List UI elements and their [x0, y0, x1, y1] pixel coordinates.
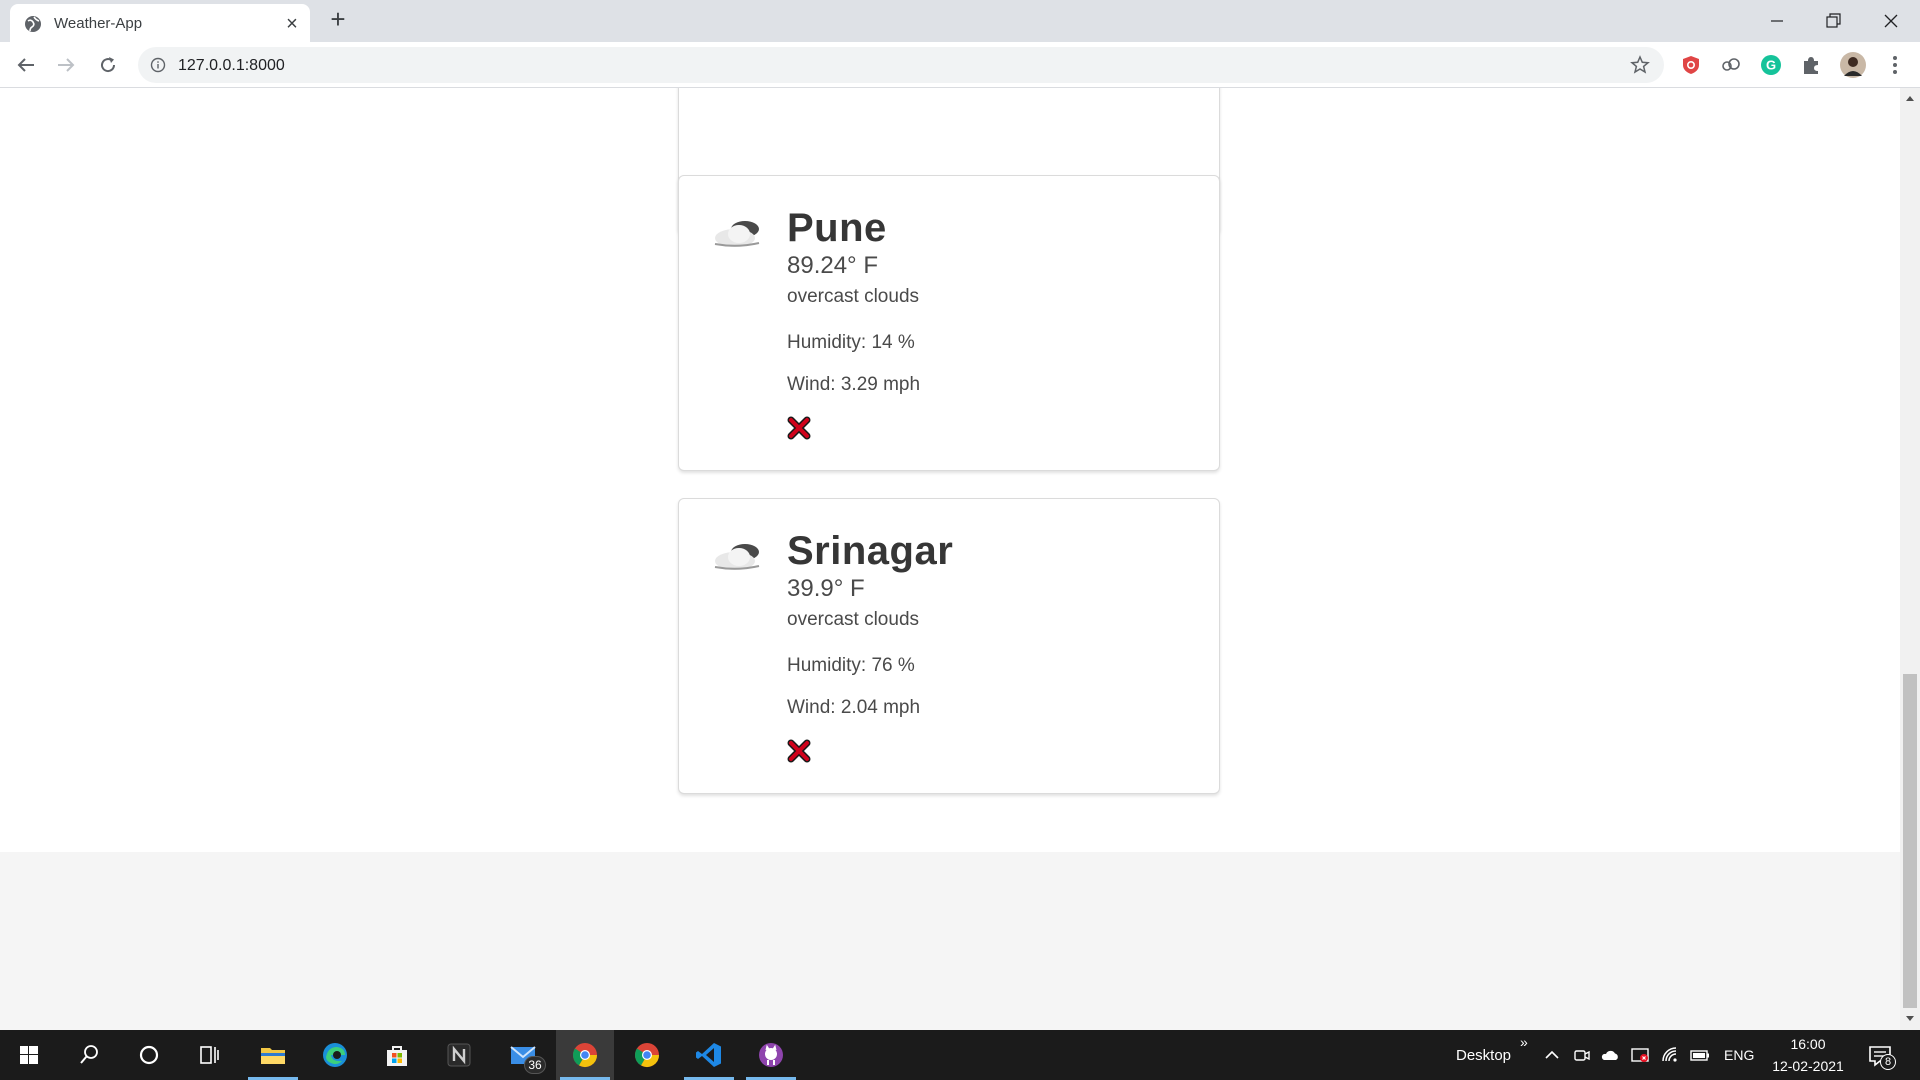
delete-x-icon[interactable]	[787, 739, 811, 763]
globe-icon	[25, 16, 41, 32]
weather-description: overcast clouds	[787, 286, 920, 307]
bookmark-star-icon[interactable]	[1630, 55, 1650, 75]
reload-icon[interactable]	[96, 53, 120, 77]
weather-card: Srinagar 39.9° F overcast clouds Humidit…	[678, 498, 1220, 794]
cloud-extension-icon[interactable]	[1720, 54, 1742, 76]
taskbar-chrome-active[interactable]	[556, 1030, 614, 1080]
restore-icon[interactable]	[1818, 6, 1848, 36]
tab-close-icon[interactable]: ×	[282, 14, 302, 34]
minimize-icon[interactable]	[1762, 6, 1792, 36]
url-text[interactable]: 127.0.0.1:8000	[178, 57, 285, 75]
more-menu-icon[interactable]	[1884, 54, 1906, 76]
cortana-button[interactable]	[120, 1030, 178, 1080]
shield-extension-icon[interactable]	[1680, 54, 1702, 76]
weather-description: overcast clouds	[787, 609, 920, 630]
clock-date[interactable]: 12-02-2021	[1764, 1058, 1852, 1074]
browser-tab[interactable]: Weather-App ×	[10, 4, 310, 42]
store-bag-icon	[387, 1046, 407, 1066]
page-footer	[0, 852, 1900, 1030]
city-name: Pune	[787, 206, 887, 250]
taskbar-github-desktop[interactable]	[742, 1030, 800, 1080]
security-alert-icon[interactable]	[1630, 1045, 1650, 1065]
tab-title: Weather-App	[54, 15, 143, 32]
taskbar-chrome[interactable]	[618, 1030, 676, 1080]
taskbar-store[interactable]	[368, 1030, 426, 1080]
wifi-icon[interactable]	[1660, 1045, 1680, 1065]
profile-avatar[interactable]	[1840, 52, 1866, 78]
scroll-down-arrow-icon[interactable]	[1906, 1016, 1914, 1021]
start-button[interactable]	[0, 1030, 58, 1080]
vscode-icon	[696, 1043, 721, 1067]
taskbar-edge[interactable]	[306, 1030, 364, 1080]
search-button[interactable]	[60, 1030, 118, 1080]
windows-taskbar: 36 Desktop » ENG 16:00 12-02-2021 8	[0, 1030, 1920, 1080]
taskbar-vscode[interactable]	[680, 1030, 738, 1080]
taskbar-mail[interactable]: 36	[494, 1030, 552, 1080]
humidity: Humidity: 14 %	[787, 332, 915, 353]
vertical-scrollbar[interactable]	[1900, 88, 1920, 1030]
notion-icon	[447, 1043, 471, 1067]
close-window-icon[interactable]	[1876, 6, 1906, 36]
extensions-puzzle-icon[interactable]	[1800, 54, 1822, 76]
svg-text:G: G	[1766, 58, 1776, 73]
onedrive-cloud-icon[interactable]	[1600, 1045, 1620, 1065]
grammarly-extension-icon[interactable]: G	[1760, 54, 1782, 76]
overcast-clouds-icon	[714, 221, 760, 247]
page-viewport: Pune 89.24° F overcast clouds Humidity: …	[0, 88, 1900, 1030]
clock-time[interactable]: 16:00	[1770, 1036, 1846, 1052]
toolbar-overflow-chevron[interactable]: »	[1520, 1034, 1528, 1050]
desktop-toolbar-label[interactable]: Desktop	[1456, 1047, 1511, 1064]
task-view-icon	[200, 1046, 219, 1064]
chrome-profile-icon	[573, 1043, 597, 1068]
scrollbar-thumb[interactable]	[1903, 674, 1917, 1008]
task-view-button[interactable]	[180, 1030, 238, 1080]
meet-now-icon[interactable]	[1572, 1045, 1592, 1065]
search-icon	[80, 1045, 98, 1064]
temperature: 89.24° F	[787, 252, 878, 279]
overcast-clouds-icon	[714, 544, 760, 570]
scroll-up-arrow-icon[interactable]	[1906, 96, 1914, 101]
browser-tabstrip: Weather-App × +	[0, 0, 1920, 42]
temperature: 39.9° F	[787, 575, 865, 602]
chrome-icon	[635, 1043, 659, 1068]
wind-speed: Wind: 2.04 mph	[787, 697, 921, 718]
browser-toolbar: 127.0.0.1:8000 G	[0, 42, 1920, 88]
taskbar-file-explorer[interactable]	[244, 1030, 302, 1080]
forward-arrow-icon[interactable]	[54, 53, 78, 77]
windows-logo-icon	[20, 1046, 38, 1064]
new-tab-button[interactable]: +	[326, 6, 350, 32]
battery-icon[interactable]	[1690, 1045, 1710, 1065]
taskbar-notion[interactable]	[430, 1030, 488, 1080]
show-hidden-icons-chevron-icon[interactable]	[1542, 1045, 1562, 1065]
edge-browser-icon	[323, 1043, 347, 1067]
cortana-circle-icon	[139, 1045, 159, 1065]
notification-count-badge: 8	[1880, 1054, 1896, 1070]
back-arrow-icon[interactable]	[14, 53, 38, 77]
folder-icon	[261, 1048, 285, 1064]
address-bar[interactable]: 127.0.0.1:8000	[138, 47, 1664, 83]
info-icon[interactable]	[150, 57, 166, 73]
input-language-indicator[interactable]: ENG	[1724, 1047, 1754, 1063]
github-desktop-icon	[759, 1043, 783, 1067]
wind-speed: Wind: 3.29 mph	[787, 374, 921, 395]
delete-x-icon[interactable]	[787, 416, 811, 440]
humidity: Humidity: 76 %	[787, 655, 915, 676]
weather-card: Pune 89.24° F overcast clouds Humidity: …	[678, 175, 1220, 471]
city-name: Srinagar	[787, 529, 954, 573]
mail-unread-badge: 36	[524, 1056, 546, 1074]
